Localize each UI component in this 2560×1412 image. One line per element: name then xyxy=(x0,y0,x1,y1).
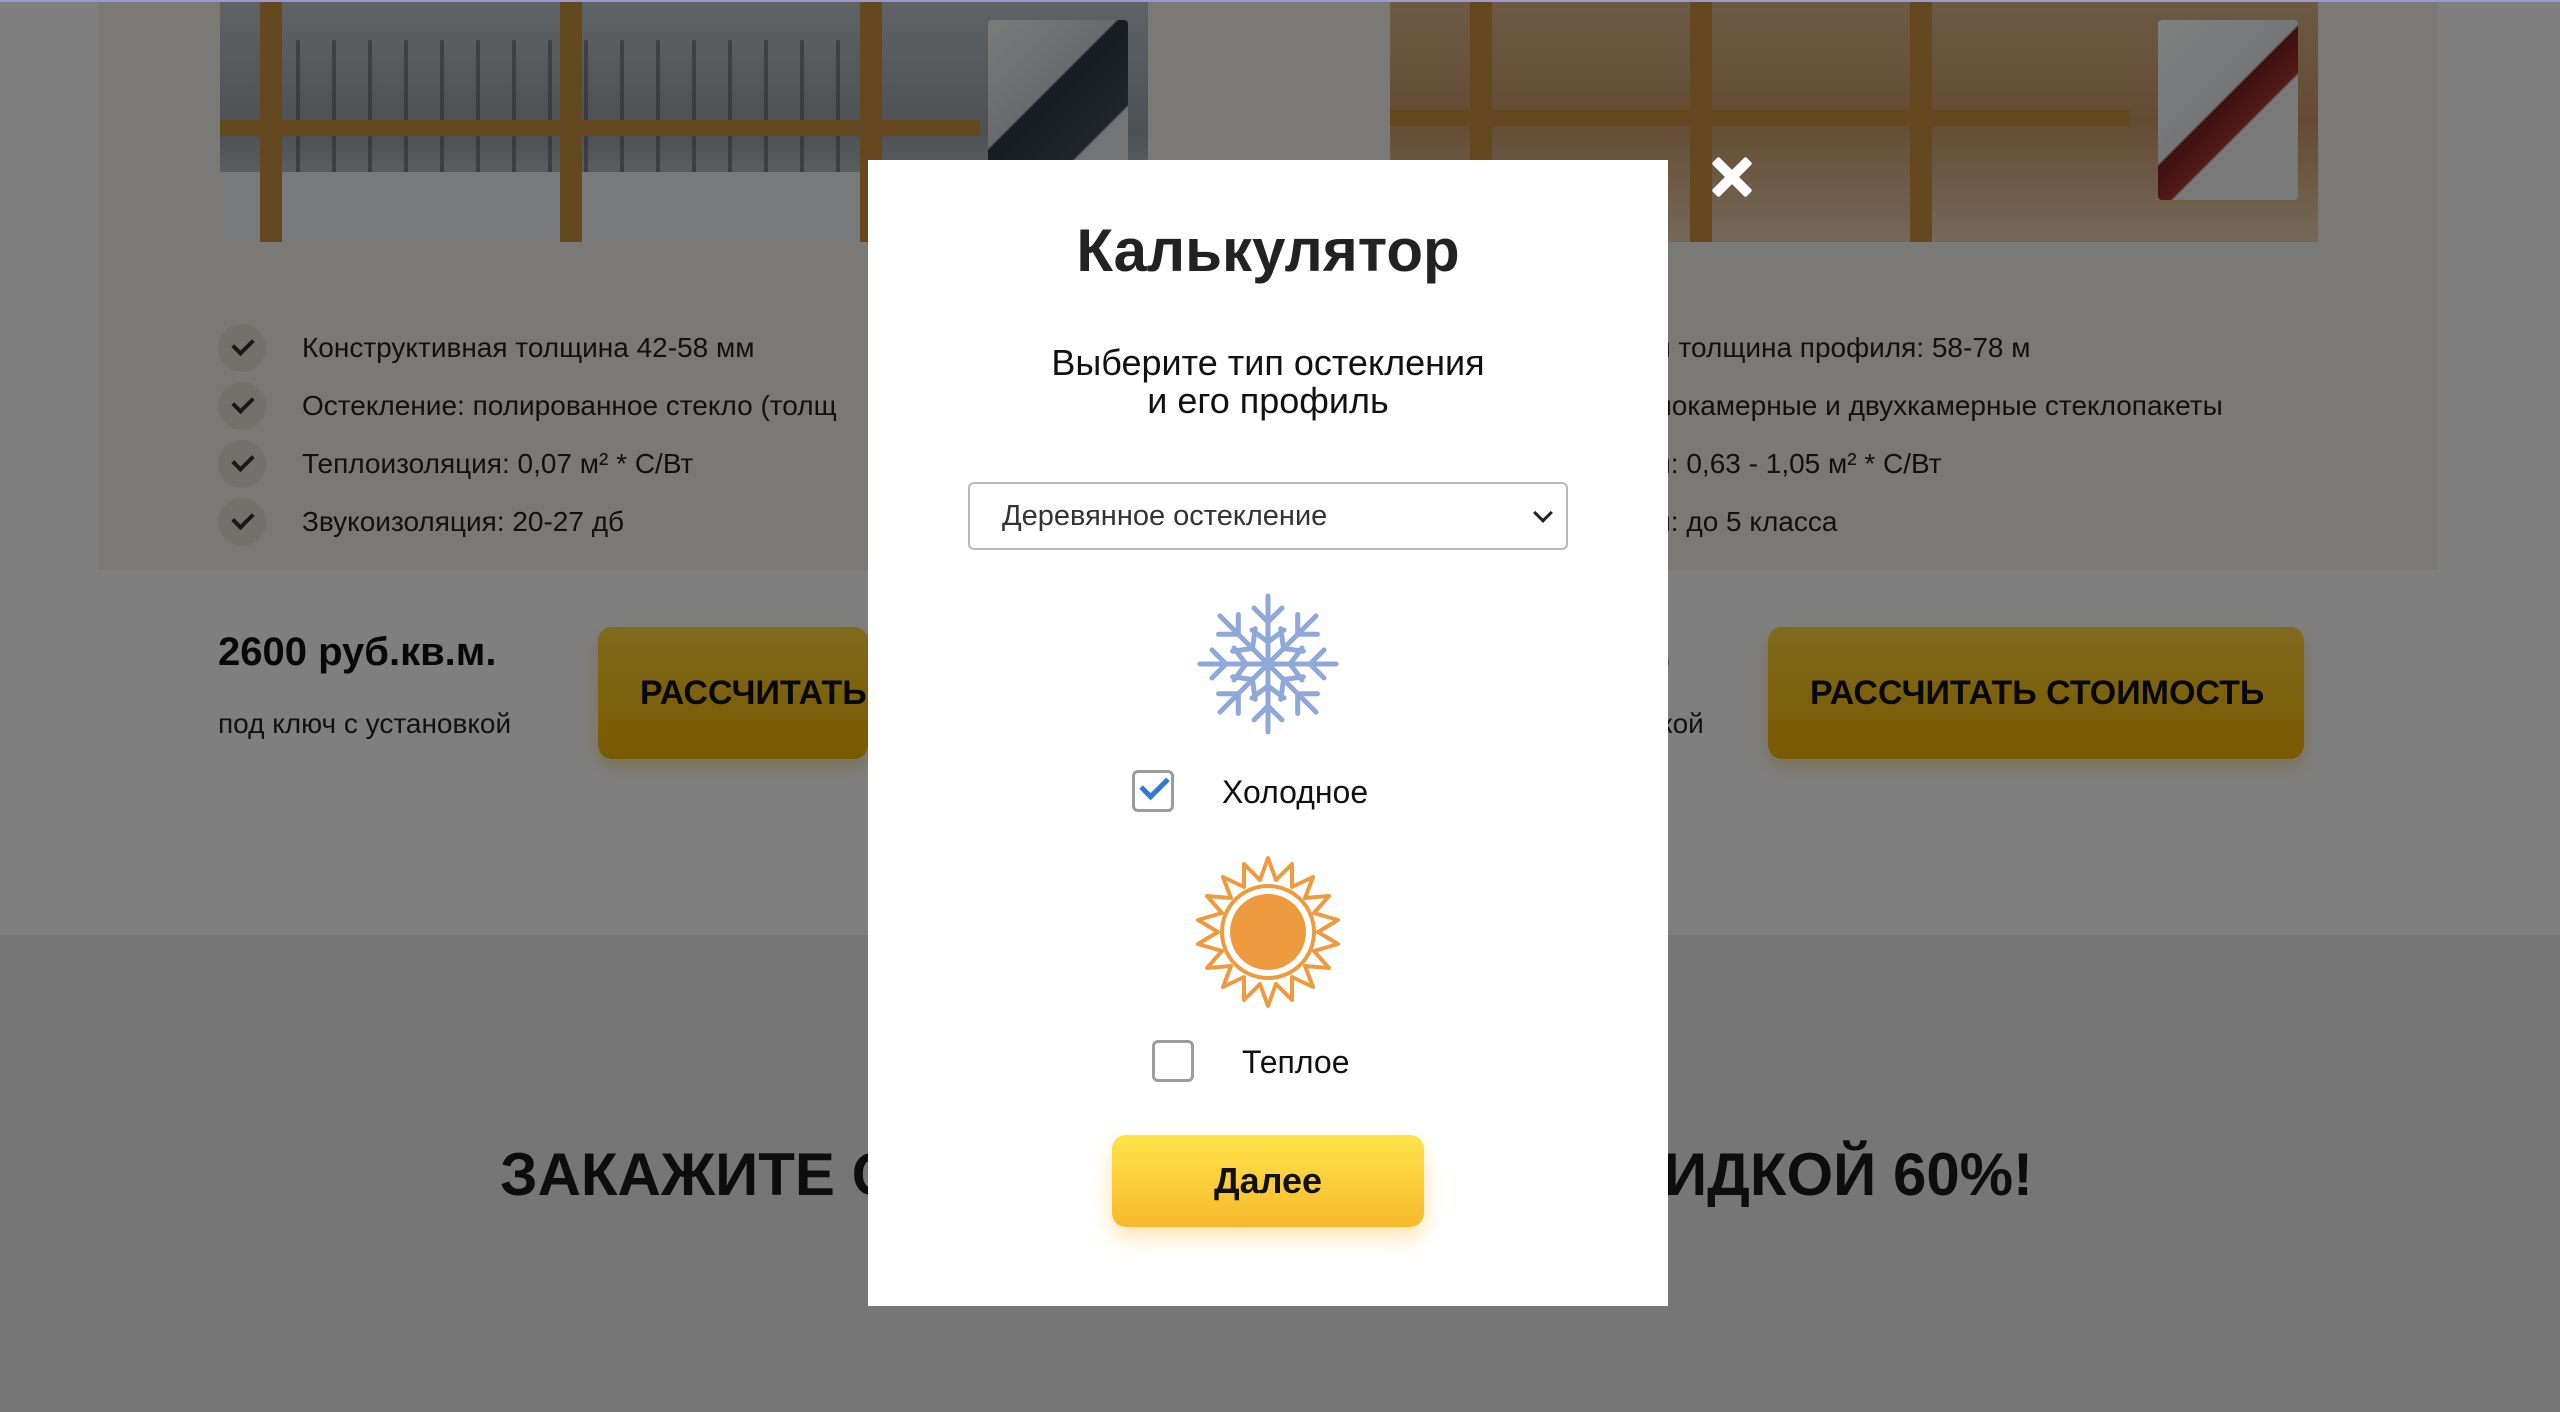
subtitle-line: и его профиль xyxy=(1147,380,1389,421)
sun-icon xyxy=(1188,852,1348,1012)
next-button[interactable]: Далее xyxy=(1112,1135,1424,1227)
chevron-down-icon xyxy=(1533,503,1553,523)
cold-label: Холодное xyxy=(1222,774,1369,810)
warm-label: Теплое xyxy=(1242,1044,1350,1080)
close-icon[interactable] xyxy=(1704,150,1760,206)
top-edge-line xyxy=(0,0,2560,2)
cold-checkbox[interactable] xyxy=(1132,770,1174,812)
modal-subtitle: Выберите тип остекления и его профиль xyxy=(868,344,1668,420)
subtitle-line: Выберите тип остекления xyxy=(1051,342,1485,383)
calculator-modal: Калькулятор Выберите тип остекления и ег… xyxy=(868,160,1668,1306)
select-value: Деревянное остекление xyxy=(1002,499,1328,532)
snowflake-icon xyxy=(1188,584,1348,744)
modal-title: Калькулятор xyxy=(1076,217,1460,284)
glazing-type-select[interactable]: Деревянное остекление xyxy=(968,482,1568,550)
warm-checkbox[interactable] xyxy=(1152,1040,1194,1082)
